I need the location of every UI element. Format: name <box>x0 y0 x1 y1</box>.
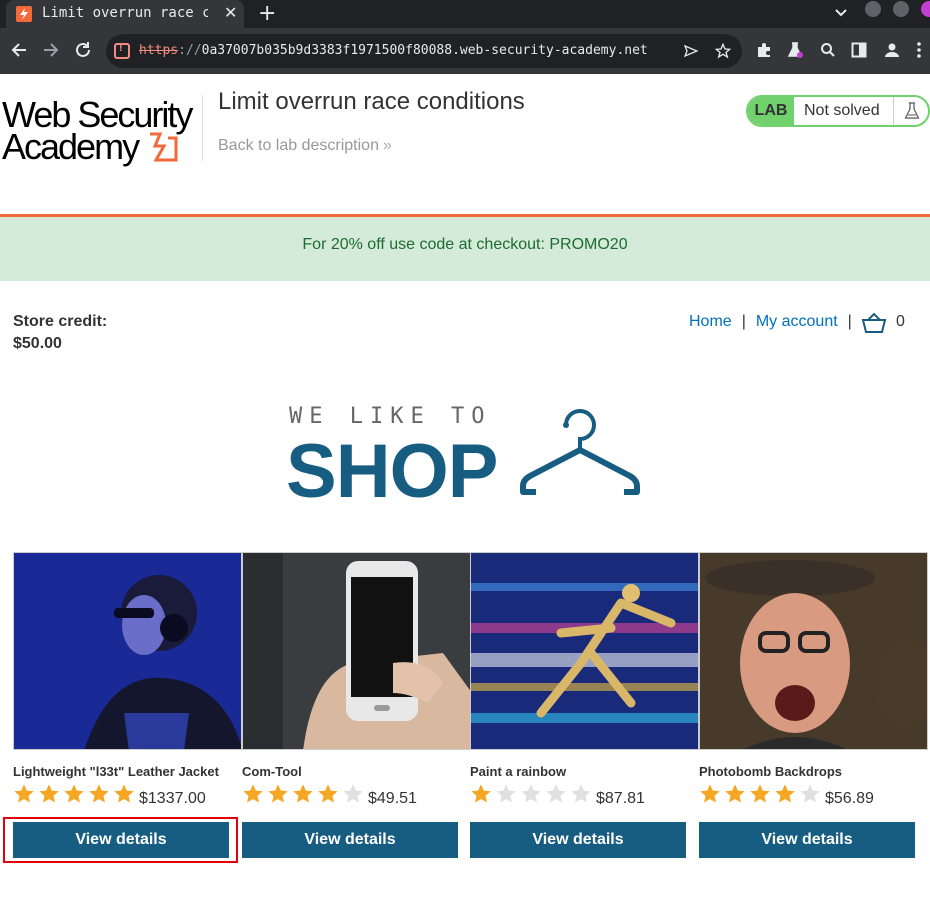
zoom-search-icon[interactable] <box>820 42 836 63</box>
star-filled-icon <box>724 783 749 807</box>
view-details-button[interactable]: View details <box>699 822 915 858</box>
double-chevron-icon: » <box>382 137 392 154</box>
store-credit-value: $50.00 <box>13 335 62 352</box>
extensions-puzzle-icon[interactable] <box>756 42 772 63</box>
star-filled-icon <box>38 783 63 807</box>
tab-title: Limit overrun race c <box>42 5 208 21</box>
lab-state-text: Not solved <box>804 102 880 119</box>
product-rating <box>470 783 595 807</box>
browser-menu-icon[interactable] <box>916 42 922 63</box>
shopping-basket-icon[interactable] <box>861 312 887 339</box>
star-filled-icon <box>749 783 774 807</box>
star-filled-icon <box>88 783 113 807</box>
highlight-box <box>3 817 238 863</box>
academy-favicon-icon <box>16 6 32 22</box>
forward-arrow-icon[interactable] <box>42 41 60 64</box>
view-details-button[interactable]: View details <box>470 822 686 858</box>
web-security-academy-logo[interactable]: Web Security Academy <box>2 94 202 168</box>
star-empty-icon <box>520 783 545 807</box>
view-details-button[interactable]: View details <box>242 822 458 858</box>
profile-icon[interactable] <box>884 42 900 63</box>
nav-separator: | <box>847 313 852 330</box>
star-empty-icon <box>545 783 570 807</box>
star-empty-icon <box>570 783 595 807</box>
logo-bolt-icon <box>146 132 182 167</box>
lab-badge: LAB <box>748 97 794 125</box>
product-name: Photobomb Backdrops <box>699 764 843 779</box>
lab-flask-extension-icon[interactable] <box>787 42 803 63</box>
not-secure-warning-icon[interactable] <box>114 42 130 59</box>
product-image-neon-runner[interactable] <box>470 552 699 750</box>
hero-shop-title: SHOP <box>286 429 498 514</box>
star-filled-icon <box>63 783 88 807</box>
coat-hanger-icon <box>518 406 642 503</box>
product-image-man-monkey[interactable] <box>699 552 928 750</box>
star-empty-icon <box>799 783 824 807</box>
window-maximize-icon[interactable] <box>893 1 909 17</box>
star-filled-icon <box>317 783 342 807</box>
star-filled-icon <box>699 783 724 807</box>
product-name: Lightweight "l33t" Leather Jacket <box>13 764 219 779</box>
address-bar[interactable]: https://0a37007b035b9d3383f1971500f80088… <box>106 34 742 68</box>
product-rating <box>699 783 824 807</box>
product-name: Com-Tool <box>242 764 302 779</box>
tab-close-icon[interactable]: ✕ <box>224 3 237 23</box>
bookmark-star-icon[interactable] <box>714 42 732 64</box>
new-tab-icon[interactable]: + <box>258 1 276 26</box>
product-rating <box>242 783 367 807</box>
product-price: $56.89 <box>825 790 874 807</box>
window-minimize-icon[interactable] <box>865 1 881 17</box>
star-filled-icon <box>113 783 138 807</box>
my-account-link[interactable]: My account <box>756 313 838 330</box>
nav-separator: | <box>741 313 746 330</box>
flask-icon <box>893 97 928 125</box>
browser-toolbar: https://0a37007b035b9d3383f1971500f80088… <box>0 28 930 74</box>
home-link[interactable]: Home <box>689 313 732 330</box>
star-filled-icon <box>242 783 267 807</box>
star-filled-icon <box>470 783 495 807</box>
star-empty-icon <box>342 783 367 807</box>
product-image-hand-smartphone[interactable] <box>242 552 471 750</box>
browser-tab[interactable]: Limit overrun race c ✕ <box>6 0 244 28</box>
top-nav-links: Home | My account | <box>689 313 862 331</box>
store-credit-label: Store credit: <box>13 313 108 330</box>
logo-line-2: Academy <box>2 126 140 167</box>
star-filled-icon <box>292 783 317 807</box>
promo-text: For 20% off use code at checkout: PROMO2… <box>302 236 628 253</box>
star-empty-icon <box>495 783 520 807</box>
star-filled-icon <box>267 783 292 807</box>
product-rating <box>13 783 138 807</box>
back-arrow-icon[interactable] <box>10 41 28 64</box>
product-price: $1337.00 <box>139 790 206 807</box>
browser-tab-strip: Limit overrun race c ✕ + <box>0 0 930 28</box>
tab-search-chevron-icon[interactable] <box>834 6 848 25</box>
lab-status-widget: LAB Not solved <box>746 95 930 127</box>
window-close-icon[interactable] <box>921 1 930 17</box>
star-filled-icon <box>774 783 799 807</box>
hero-tagline: WE LIKE TO <box>289 404 492 429</box>
product-image-person-headphones[interactable] <box>13 552 242 750</box>
lab-title: Limit overrun race conditions <box>218 88 525 115</box>
product-price: $87.81 <box>596 790 645 807</box>
cart-count[interactable]: 0 <box>896 313 905 331</box>
product-name: Paint a rainbow <box>470 764 567 779</box>
reload-icon[interactable] <box>74 41 92 64</box>
back-to-lab-description-link[interactable]: Back to lab description» <box>218 137 392 155</box>
star-filled-icon <box>13 783 38 807</box>
back-link-label: Back to lab description <box>218 137 379 154</box>
header-divider <box>202 95 203 161</box>
url-text: https://0a37007b035b9d3383f1971500f80088… <box>139 43 648 58</box>
side-panel-icon[interactable] <box>851 42 867 63</box>
send-tab-icon[interactable] <box>683 44 699 63</box>
product-price: $49.51 <box>368 790 417 807</box>
